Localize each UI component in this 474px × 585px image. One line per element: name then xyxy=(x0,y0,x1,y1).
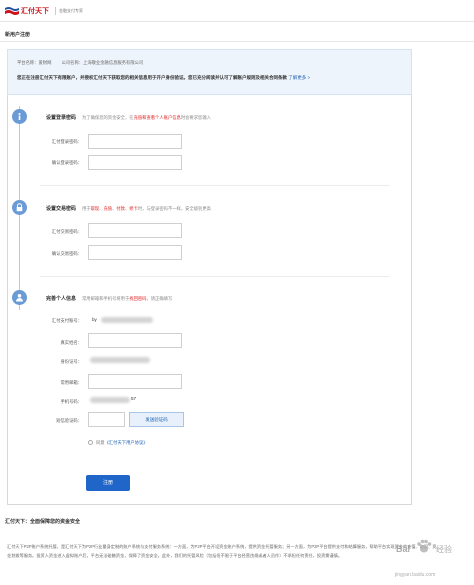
real-name-input[interactable] xyxy=(88,333,182,348)
send-sms-code-button[interactable]: 发送验证码 xyxy=(129,412,184,427)
email-input[interactable] xyxy=(88,374,182,389)
brand-flag-icon xyxy=(5,7,19,15)
user-icon xyxy=(12,290,27,305)
agreement-text: 同意 xyxy=(96,440,105,445)
login-password-input[interactable] xyxy=(88,134,182,149)
brand-name: 汇付天下 xyxy=(21,8,49,15)
register-submit-button[interactable]: 注册 xyxy=(86,475,130,491)
agreement-row: 同意《汇付天下用户协议》 xyxy=(88,440,148,446)
trade-password-confirm-label: 确认交易密码： xyxy=(51,251,82,256)
watermark-bai: Bai xyxy=(396,544,411,554)
baidu-jingyan-watermark: Bai 经验 jingyan.baidu.com xyxy=(391,534,469,584)
platform-name: 平台名称：爱财网 xyxy=(17,60,52,65)
login-password-confirm-input[interactable] xyxy=(88,155,182,170)
blurred-account xyxy=(101,317,153,323)
title-divider xyxy=(0,41,474,42)
trade-password-section-title: 设置交易密码 用于取现、充值、付款、修卡时，与登录密码不一样，安全级别更高 xyxy=(46,206,211,212)
platform-info: 平台名称：爱财网 公司名称：上海敬业金融信息服务有限公司 xyxy=(17,60,152,66)
personal-info-section-title: 完善个人信息 常用邮箱和手机号将用于找回密码，请正确填写 xyxy=(46,296,173,302)
company-name: 公司名称：上海敬业金融信息服务有限公司 xyxy=(61,60,144,65)
sms-code-label: 短信验证码： xyxy=(56,418,82,423)
brand-slogan: 金融支付专家 xyxy=(59,8,83,13)
page-header: 汇付天下 金融支付专家 xyxy=(0,0,474,22)
real-name-label: 真实姓名： xyxy=(60,340,82,345)
authorization-notice: 平台名称：爱财网 公司名称：上海敬业金融信息服务有限公司 您正在注册汇付天下有限… xyxy=(7,49,412,95)
step-info-icon xyxy=(12,109,27,124)
email-label: 常用邮箱： xyxy=(60,380,82,385)
login-password-confirm-label: 确认登录密码： xyxy=(51,160,82,165)
pay-account-value: by xyxy=(92,317,97,322)
blurred-phone xyxy=(90,397,130,403)
section-divider xyxy=(40,185,390,186)
phone-label: 手机号码： xyxy=(60,399,82,404)
trade-password-confirm-input[interactable] xyxy=(88,245,182,260)
learn-more-link[interactable]: 了解更多 > xyxy=(288,75,310,80)
lock-icon xyxy=(12,200,27,215)
notice-text: 您正在注册汇付天下有限账户，并授权汇付天下获取您的相关信息用于开户身份验证。您已… xyxy=(17,75,287,80)
user-agreement-link[interactable]: 《汇付天下用户协议》 xyxy=(105,440,148,445)
watermark-url: jingyan.baidu.com xyxy=(395,572,436,578)
paw-icon xyxy=(417,539,432,553)
blurred-id-number xyxy=(90,357,150,363)
trade-password-input[interactable] xyxy=(88,223,182,238)
phone-tail: 57 xyxy=(131,396,137,401)
id-number-label: 身份证号： xyxy=(60,359,82,364)
pay-account-label: 汇付支付账号： xyxy=(51,318,82,323)
section-divider xyxy=(40,276,390,277)
notice-main-text: 您正在注册汇付天下有限账户，并授权汇付天下获取您的相关信息用于开户身份验证。您已… xyxy=(17,74,407,81)
trade-password-label: 汇付交易密码： xyxy=(51,229,82,234)
login-password-label: 汇付登录密码： xyxy=(51,139,82,144)
sms-code-input[interactable] xyxy=(88,412,125,427)
watermark-jingyan: 经验 xyxy=(436,545,452,554)
footer-description: 汇付天下P2P账户系统托管，是汇付天下为P2P行业量身定制的账户系统与支付服务系… xyxy=(7,544,437,558)
logo-separator xyxy=(55,7,56,15)
login-password-section-title: 设置登录密码 为了确保您的资金安全，在充值和查看个人账户信息时会要求您输入 xyxy=(46,115,211,121)
footer-title: 汇付天下：全面保障您的资金安全 xyxy=(5,519,81,525)
page-title: 新用户注册 xyxy=(5,32,31,38)
agreement-radio[interactable] xyxy=(88,440,93,446)
